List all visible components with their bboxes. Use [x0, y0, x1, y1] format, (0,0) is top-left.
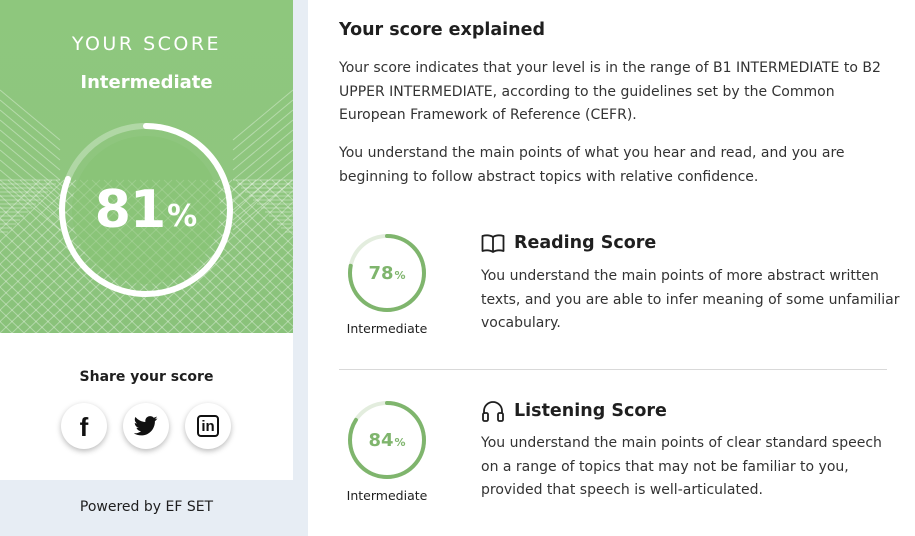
- listening-level: Intermediate: [346, 488, 428, 503]
- facebook-icon: f: [79, 411, 89, 442]
- score-sidebar: YOUR SCORE Intermediate 81% Share your s…: [0, 0, 308, 536]
- score-card: YOUR SCORE Intermediate 81%: [0, 0, 293, 333]
- your-score-heading: YOUR SCORE: [71, 33, 222, 55]
- overall-score-percent: %: [167, 198, 198, 234]
- reading-score-value: 78%: [347, 233, 427, 313]
- overall-score-number: 81: [94, 180, 166, 240]
- explanation-paragraph-1: Your score indicates that your level is …: [339, 60, 881, 123]
- powered-by: Powered by EF SET: [79, 499, 214, 515]
- listening-score-number: 84: [368, 429, 394, 451]
- explanation-title: Your score explained: [339, 20, 546, 40]
- reading-score-title-text: Reading Score: [514, 233, 657, 253]
- reading-score-title: Reading Score: [481, 233, 656, 253]
- reading-score-number: 78: [368, 262, 394, 284]
- facebook-share-button[interactable]: f: [61, 403, 107, 449]
- listening-score-title: Listening Score: [481, 400, 667, 422]
- book-icon: [481, 234, 505, 253]
- share-title: Share your score: [79, 369, 214, 385]
- listening-score-description: You understand the main points of clear …: [481, 435, 882, 498]
- listening-score-title-text: Listening Score: [514, 401, 667, 421]
- reading-level: Intermediate: [346, 321, 428, 336]
- section-divider: [339, 369, 887, 370]
- overall-score-value: 81%: [56, 120, 236, 300]
- linkedin-share-button[interactable]: in: [185, 403, 231, 449]
- headphones-icon: [482, 401, 504, 422]
- explanation-paragraph-2: You understand the main points of what y…: [339, 145, 845, 185]
- linkedin-icon: in: [197, 415, 219, 437]
- twitter-icon: [134, 416, 158, 436]
- twitter-share-button[interactable]: [123, 403, 169, 449]
- overall-level: Intermediate: [80, 72, 213, 93]
- share-card: Share your score f in: [0, 333, 293, 480]
- listening-score-value: 84%: [347, 400, 427, 480]
- listening-score-percent: %: [394, 436, 406, 449]
- reading-score-percent: %: [394, 269, 406, 282]
- reading-score-description: You understand the main points of more a…: [481, 268, 900, 331]
